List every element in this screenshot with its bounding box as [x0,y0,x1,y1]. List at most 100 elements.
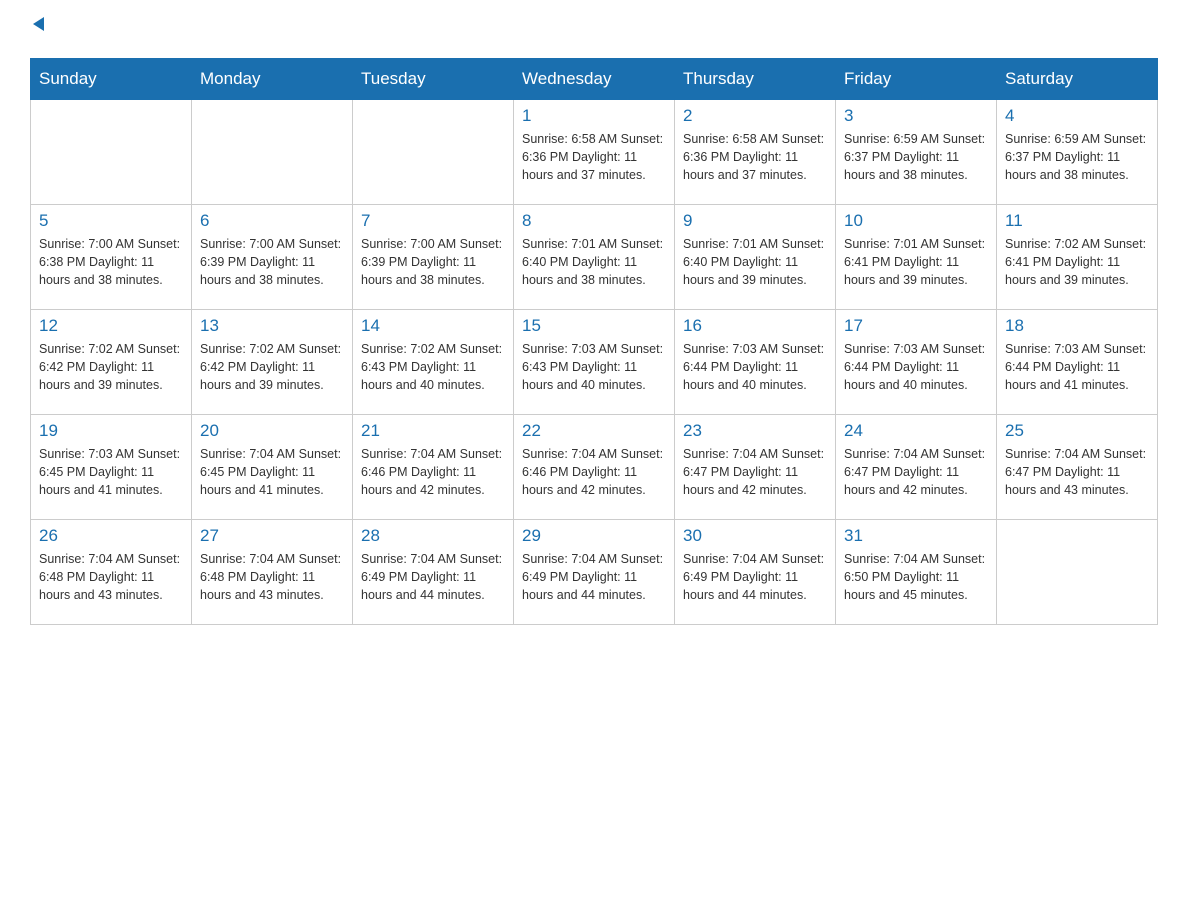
day-header-sunday: Sunday [31,59,192,100]
day-number: 13 [200,316,344,336]
calendar-cell: 18Sunrise: 7:03 AM Sunset: 6:44 PM Dayli… [997,310,1158,415]
day-info: Sunrise: 7:04 AM Sunset: 6:45 PM Dayligh… [200,445,344,499]
day-number: 31 [844,526,988,546]
calendar-cell: 5 Sunrise: 7:00 AM Sunset: 6:38 PM Daylig… [31,205,192,310]
calendar-cell: 13Sunrise: 7:02 AM Sunset: 6:42 PM Dayli… [192,310,353,415]
day-number: 15 [522,316,666,336]
day-number: 9 [683,211,827,231]
day-info: Sunrise: 7:01 AM Sunset: 6:40 PM Dayligh… [683,235,827,289]
day-info: Sunrise: 6:58 AM Sunset: 6:36 PM Dayligh… [522,130,666,184]
day-number: 29 [522,526,666,546]
week-row-5: 26 Sunrise: 7:04 AM Sunset: 6:48 PM Dayli… [31,520,1158,625]
calendar-cell: 17Sunrise: 7:03 AM Sunset: 6:44 PM Dayli… [836,310,997,415]
day-info: Sunrise: 7:02 AM Sunset: 6:41 PM Dayligh… [1005,235,1149,289]
day-info: Sunrise: 7:00 AM Sunset: 6:38 PM Dayligh… [39,235,183,289]
day-header-friday: Friday [836,59,997,100]
day-number: 11 [1005,211,1149,231]
header-row: SundayMondayTuesdayWednesdayThursdayFrid… [31,59,1158,100]
day-number: 7 [361,211,505,231]
calendar-cell: 12 Sunrise: 7:02 AM Sunset: 6:42 PM Dayli… [31,310,192,415]
day-number: 17 [844,316,988,336]
week-row-2: 5 Sunrise: 7:00 AM Sunset: 6:38 PM Daylig… [31,205,1158,310]
calendar-cell: 19Sunrise: 7:03 AM Sunset: 6:45 PM Dayli… [31,415,192,520]
day-number: 6 [200,211,344,231]
calendar-cell: 31 Sunrise: 7:04 AM Sunset: 6:50 PM Dayli… [836,520,997,625]
calendar-cell: 30 Sunrise: 7:04 AM Sunset: 6:49 PM Dayli… [675,520,836,625]
calendar-cell: 27Sunrise: 7:04 AM Sunset: 6:48 PM Dayli… [192,520,353,625]
calendar-cell: 9 Sunrise: 7:01 AM Sunset: 6:40 PM Daylig… [675,205,836,310]
calendar-cell: 22 Sunrise: 7:04 AM Sunset: 6:46 PM Dayli… [514,415,675,520]
day-number: 22 [522,421,666,441]
calendar-cell: 28 Sunrise: 7:04 AM Sunset: 6:49 PM Dayli… [353,520,514,625]
calendar-cell: 25 Sunrise: 7:04 AM Sunset: 6:47 PM Dayli… [997,415,1158,520]
day-info: Sunrise: 7:03 AM Sunset: 6:44 PM Dayligh… [683,340,827,394]
day-info: Sunrise: 7:04 AM Sunset: 6:49 PM Dayligh… [522,550,666,604]
day-number: 30 [683,526,827,546]
calendar-cell: 10Sunrise: 7:01 AM Sunset: 6:41 PM Dayli… [836,205,997,310]
day-number: 26 [39,526,183,546]
calendar-cell: 7 Sunrise: 7:00 AM Sunset: 6:39 PM Daylig… [353,205,514,310]
day-number: 4 [1005,106,1149,126]
day-info: Sunrise: 7:02 AM Sunset: 6:43 PM Dayligh… [361,340,505,394]
day-number: 24 [844,421,988,441]
week-row-4: 19Sunrise: 7:03 AM Sunset: 6:45 PM Dayli… [31,415,1158,520]
day-info: Sunrise: 7:01 AM Sunset: 6:41 PM Dayligh… [844,235,988,289]
calendar-cell: 23 Sunrise: 7:04 AM Sunset: 6:47 PM Dayli… [675,415,836,520]
day-info: Sunrise: 7:04 AM Sunset: 6:48 PM Dayligh… [39,550,183,604]
day-number: 1 [522,106,666,126]
day-info: Sunrise: 7:00 AM Sunset: 6:39 PM Dayligh… [200,235,344,289]
day-info: Sunrise: 7:04 AM Sunset: 6:47 PM Dayligh… [844,445,988,499]
day-info: Sunrise: 7:04 AM Sunset: 6:46 PM Dayligh… [361,445,505,499]
day-number: 8 [522,211,666,231]
day-number: 23 [683,421,827,441]
day-info: Sunrise: 6:59 AM Sunset: 6:37 PM Dayligh… [1005,130,1149,184]
day-number: 20 [200,421,344,441]
logo [30,20,44,38]
calendar-cell: 4 Sunrise: 6:59 AM Sunset: 6:37 PM Daylig… [997,100,1158,205]
day-info: Sunrise: 6:59 AM Sunset: 6:37 PM Dayligh… [844,130,988,184]
calendar-cell: 20 Sunrise: 7:04 AM Sunset: 6:45 PM Dayli… [192,415,353,520]
calendar-cell: 14 Sunrise: 7:02 AM Sunset: 6:43 PM Dayli… [353,310,514,415]
day-info: Sunrise: 7:02 AM Sunset: 6:42 PM Dayligh… [39,340,183,394]
day-number: 12 [39,316,183,336]
calendar-cell [997,520,1158,625]
day-info: Sunrise: 7:04 AM Sunset: 6:49 PM Dayligh… [361,550,505,604]
day-info: Sunrise: 7:04 AM Sunset: 6:46 PM Dayligh… [522,445,666,499]
day-header-tuesday: Tuesday [353,59,514,100]
week-row-1: 1 Sunrise: 6:58 AM Sunset: 6:36 PM Daylig… [31,100,1158,205]
day-header-saturday: Saturday [997,59,1158,100]
day-info: Sunrise: 7:00 AM Sunset: 6:39 PM Dayligh… [361,235,505,289]
calendar-cell: 24 Sunrise: 7:04 AM Sunset: 6:47 PM Dayli… [836,415,997,520]
calendar-cell: 15Sunrise: 7:03 AM Sunset: 6:43 PM Dayli… [514,310,675,415]
calendar-cell [192,100,353,205]
calendar-cell: 1 Sunrise: 6:58 AM Sunset: 6:36 PM Daylig… [514,100,675,205]
calendar-cell: 11 Sunrise: 7:02 AM Sunset: 6:41 PM Dayli… [997,205,1158,310]
calendar-cell: 2Sunrise: 6:58 AM Sunset: 6:36 PM Daylig… [675,100,836,205]
logo-arrow-icon [33,17,44,31]
day-number: 5 [39,211,183,231]
week-row-3: 12 Sunrise: 7:02 AM Sunset: 6:42 PM Dayli… [31,310,1158,415]
day-number: 21 [361,421,505,441]
day-info: Sunrise: 7:04 AM Sunset: 6:47 PM Dayligh… [1005,445,1149,499]
calendar-cell: 29 Sunrise: 7:04 AM Sunset: 6:49 PM Dayli… [514,520,675,625]
calendar-cell: 16 Sunrise: 7:03 AM Sunset: 6:44 PM Dayli… [675,310,836,415]
day-header-wednesday: Wednesday [514,59,675,100]
day-number: 25 [1005,421,1149,441]
calendar-cell [353,100,514,205]
day-info: Sunrise: 7:04 AM Sunset: 6:47 PM Dayligh… [683,445,827,499]
calendar-cell: 26 Sunrise: 7:04 AM Sunset: 6:48 PM Dayli… [31,520,192,625]
day-number: 14 [361,316,505,336]
calendar-cell: 21 Sunrise: 7:04 AM Sunset: 6:46 PM Dayli… [353,415,514,520]
calendar-cell [31,100,192,205]
calendar-cell: 8Sunrise: 7:01 AM Sunset: 6:40 PM Daylig… [514,205,675,310]
day-number: 27 [200,526,344,546]
calendar-cell: 3Sunrise: 6:59 AM Sunset: 6:37 PM Daylig… [836,100,997,205]
day-info: Sunrise: 7:03 AM Sunset: 6:45 PM Dayligh… [39,445,183,499]
calendar-table: SundayMondayTuesdayWednesdayThursdayFrid… [30,58,1158,625]
day-number: 28 [361,526,505,546]
day-number: 2 [683,106,827,126]
day-number: 16 [683,316,827,336]
day-info: Sunrise: 7:04 AM Sunset: 6:50 PM Dayligh… [844,550,988,604]
day-info: Sunrise: 7:04 AM Sunset: 6:49 PM Dayligh… [683,550,827,604]
day-header-thursday: Thursday [675,59,836,100]
